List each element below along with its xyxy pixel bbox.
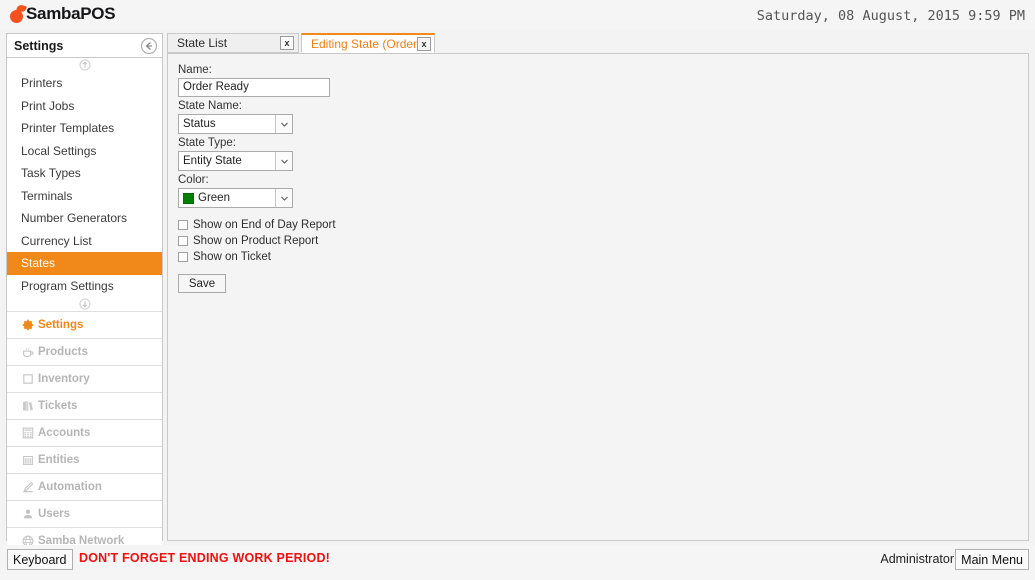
keyboard-button[interactable]: Keyboard <box>7 549 73 570</box>
sambapos-logo: SambaPOS <box>8 3 116 25</box>
sidebar-item-states[interactable]: States <box>7 252 162 275</box>
module-label: Tickets <box>38 400 78 412</box>
box-icon <box>18 370 38 388</box>
checkbox-label: Show on End of Day Report <box>193 218 336 231</box>
state-form: Name: Order Ready State Name: Status Sta… <box>168 54 1028 293</box>
checkbox-label: Show on Product Report <box>193 234 319 247</box>
logo-text: SambaPOS <box>26 4 116 23</box>
module-label: Automation <box>38 481 102 493</box>
name-label: Name: <box>178 64 212 76</box>
nav-label: Printer Templates <box>21 121 115 136</box>
sidebar-item-currency-list[interactable]: Currency List <box>7 230 162 253</box>
nav-label: Local Settings <box>21 143 97 158</box>
tab-state-list[interactable]: State List x <box>167 33 299 53</box>
state-name-label: State Name: <box>178 100 242 112</box>
sidebar-item-settings[interactable]: Settings <box>7 311 162 338</box>
nav-label: Currency List <box>21 233 92 248</box>
checkbox-show-on-end-of-day-report[interactable]: Show on End of Day Report <box>178 218 1028 231</box>
settings-sidebar: Settings Printers Print Jobs Printer Tem… <box>6 33 163 554</box>
gear-icon <box>18 316 38 334</box>
calculator-icon <box>18 424 38 442</box>
report-options-group: Show on End of Day Report Show on Produc… <box>178 218 1028 263</box>
pencil-icon <box>18 478 38 496</box>
tab-label: State List <box>177 36 228 50</box>
color-dropdown[interactable]: Green <box>178 188 293 208</box>
work-period-warning: DON'T FORGET ENDING WORK PERIOD! <box>79 551 331 565</box>
chevron-down-icon[interactable] <box>275 115 292 133</box>
editing-state-panel: Name: Order Ready State Name: Status Sta… <box>167 53 1029 541</box>
sidebar-item-local-settings[interactable]: Local Settings <box>7 140 162 163</box>
checkbox-label: Show on Ticket <box>193 250 271 263</box>
color-label: Color: <box>178 174 209 186</box>
module-label: Accounts <box>38 427 91 439</box>
checkbox-box[interactable] <box>178 235 188 246</box>
module-label: Inventory <box>38 373 90 385</box>
nav-label: Number Generators <box>21 211 128 226</box>
close-icon[interactable]: x <box>417 37 431 51</box>
building-icon <box>18 451 38 469</box>
app-header: SambaPOS Saturday, 08 August, 2015 9:59 … <box>0 0 1035 30</box>
application-window: SambaPOS Saturday, 08 August, 2015 9:59 … <box>0 0 1035 580</box>
scroll-down-icon[interactable] <box>7 297 162 311</box>
tab-label: Editing State (Order R <box>311 36 430 51</box>
person-icon <box>18 505 38 523</box>
sidebar-item-program-settings[interactable]: Program Settings <box>7 275 162 298</box>
chevron-down-icon[interactable] <box>275 152 292 170</box>
coffee-cup-icon <box>18 343 38 361</box>
sidebar-item-printers[interactable]: Printers <box>7 72 162 95</box>
sidebar-item-print-jobs[interactable]: Print Jobs <box>7 95 162 118</box>
sidebar-item-number-generators[interactable]: Number Generators <box>7 207 162 230</box>
color-swatch <box>183 192 194 204</box>
checkbox-box[interactable] <box>178 219 188 230</box>
module-label: Settings <box>38 319 84 331</box>
close-icon[interactable]: x <box>280 36 294 50</box>
nav-label: States <box>21 256 56 271</box>
sidebar-item-entities[interactable]: Entities <box>7 446 162 473</box>
nav-label: Print Jobs <box>21 98 75 113</box>
module-label: Entities <box>38 454 80 466</box>
books-icon <box>18 397 38 415</box>
checkbox-box[interactable] <box>178 251 188 262</box>
state-type-dropdown[interactable]: Entity State <box>178 151 293 171</box>
module-nav-list: Settings Products Inventory Tickets Acco… <box>7 311 162 554</box>
checkbox-show-on-product-report[interactable]: Show on Product Report <box>178 234 1028 247</box>
back-arrow-icon[interactable] <box>140 37 158 55</box>
tab-editing-state[interactable]: Editing State (Order R x <box>301 33 435 53</box>
nav-label: Printers <box>21 76 63 91</box>
settings-nav-list: Printers Print Jobs Printer Templates Lo… <box>7 72 162 297</box>
sidebar-header: Settings <box>7 34 162 58</box>
state-type-label: State Type: <box>178 137 236 149</box>
sidebar-item-products[interactable]: Products <box>7 338 162 365</box>
module-label: Users <box>38 508 70 520</box>
color-value: Green <box>198 192 230 204</box>
name-input[interactable]: Order Ready <box>178 78 330 97</box>
clock-display: Saturday, 08 August, 2015 9:59 PM <box>756 8 1025 24</box>
app-footer: Keyboard DON'T FORGET ENDING WORK PERIOD… <box>0 545 1035 580</box>
sidebar-item-task-types[interactable]: Task Types <box>7 162 162 185</box>
logo-cherry-icon <box>8 3 28 25</box>
module-label: Products <box>38 346 88 358</box>
tab-strip: State List x Editing State (Order R x <box>167 33 1029 53</box>
sidebar-item-accounts[interactable]: Accounts <box>7 419 162 446</box>
current-user-label: Administrator <box>880 552 954 566</box>
sidebar-item-terminals[interactable]: Terminals <box>7 185 162 208</box>
main-menu-button[interactable]: Main Menu <box>955 549 1029 570</box>
state-name-value: Status <box>183 118 216 130</box>
nav-label: Program Settings <box>21 278 114 293</box>
sidebar-item-automation[interactable]: Automation <box>7 473 162 500</box>
chevron-down-icon[interactable] <box>275 189 292 207</box>
nav-label: Terminals <box>21 188 73 203</box>
state-name-dropdown[interactable]: Status <box>178 114 293 134</box>
main-content-area: State List x Editing State (Order R x Na… <box>167 33 1029 541</box>
scroll-up-icon[interactable] <box>7 58 162 72</box>
checkbox-show-on-ticket[interactable]: Show on Ticket <box>178 250 1028 263</box>
save-button[interactable]: Save <box>178 274 226 293</box>
sidebar-item-printer-templates[interactable]: Printer Templates <box>7 117 162 140</box>
state-type-value: Entity State <box>183 155 242 167</box>
nav-label: Task Types <box>21 166 81 181</box>
sidebar-item-tickets[interactable]: Tickets <box>7 392 162 419</box>
sidebar-item-inventory[interactable]: Inventory <box>7 365 162 392</box>
sidebar-item-users[interactable]: Users <box>7 500 162 527</box>
sidebar-title: Settings <box>14 38 64 53</box>
